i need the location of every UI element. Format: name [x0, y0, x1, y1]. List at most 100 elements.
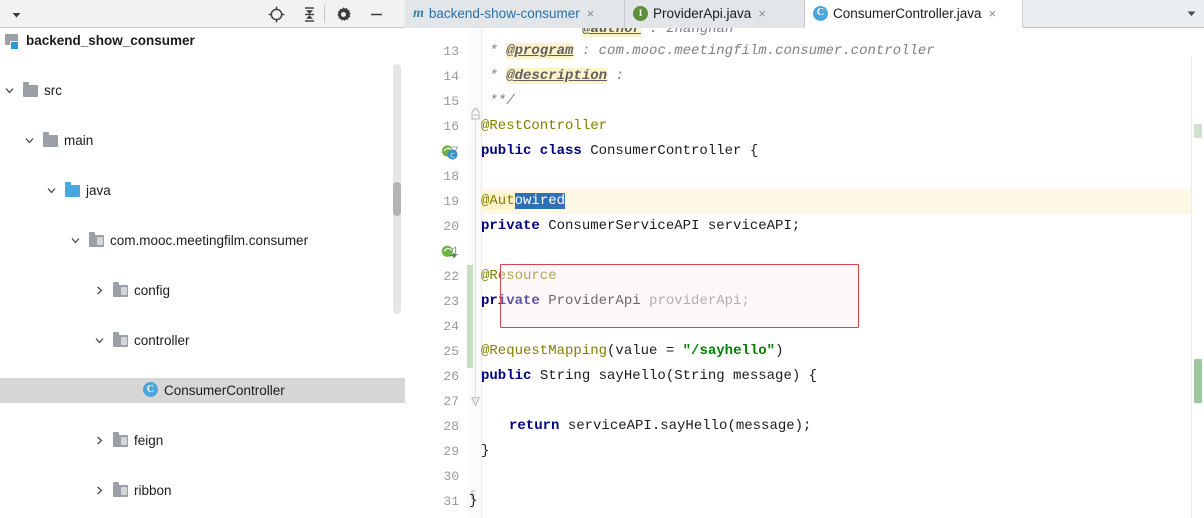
line-number: 27: [443, 394, 459, 409]
code-line-29: }: [481, 443, 490, 459]
line-number: 31: [443, 494, 459, 509]
java-interface-icon: I: [633, 5, 648, 21]
maven-icon: m: [413, 6, 424, 22]
close-icon[interactable]: ×: [587, 0, 595, 28]
idea-window: backend_show_consumer src main java com.…: [0, 0, 1204, 518]
line-number: 18: [443, 169, 459, 184]
tab-label: ConsumerController.java: [833, 6, 982, 22]
spring-autowired-gutter-icon[interactable]: [441, 244, 458, 261]
folder-icon: [23, 82, 39, 99]
project-tree[interactable]: backend_show_consumer src main java com.…: [0, 28, 405, 518]
project-panel-scrollbar-thumb[interactable]: [393, 182, 401, 216]
line-number: 23: [443, 294, 459, 309]
tab-label: backend-show-consumer: [428, 6, 580, 22]
tree-item-label: com.mooc.meetingfilm.consumer: [110, 233, 309, 248]
vcs-change-marker[interactable]: [467, 265, 473, 368]
tree-item-ribbon[interactable]: ribbon: [0, 478, 405, 503]
tree-item-label: controller: [134, 333, 190, 348]
project-panel-scrollbar[interactable]: [393, 64, 401, 314]
line-number: 28: [443, 419, 459, 434]
tree-item-label: ConsumerController: [164, 383, 285, 398]
tree-item-label: ribbon: [134, 483, 172, 498]
chevron-right-icon[interactable]: [92, 278, 106, 303]
project-tool-window: backend_show_consumer src main java com.…: [0, 0, 405, 518]
svg-text:C: C: [450, 151, 455, 159]
marker-change-top[interactable]: [1194, 124, 1202, 138]
close-icon[interactable]: ×: [989, 0, 997, 28]
editor-tab-bar: m backend-show-consumer × I ProviderApi.jav…: [405, 0, 1204, 28]
line-number: 16: [443, 119, 459, 134]
code-line-26: public String sayHello(String message) {: [481, 368, 818, 384]
tree-item-src[interactable]: src: [0, 78, 405, 103]
code-line-17: public class ConsumerController {: [481, 143, 759, 159]
project-panel-toolbar: [0, 0, 405, 28]
tab-consumer-controller[interactable]: C ConsumerController.java ×: [805, 0, 1023, 28]
package-icon: [113, 332, 129, 349]
collapse-all-icon[interactable]: [299, 4, 319, 24]
line-number: 14: [443, 69, 459, 84]
line-number: 24: [443, 319, 459, 334]
line-number: 30: [443, 469, 459, 484]
java-class-icon: C: [143, 382, 159, 398]
code-line-15: **/: [481, 93, 515, 109]
tree-item-label: backend_show_consumer: [26, 33, 195, 48]
tree-item-label: src: [44, 83, 62, 98]
line-number: 20: [443, 219, 459, 234]
line-number: 19: [443, 194, 459, 209]
chevron-down-icon[interactable]: [22, 128, 36, 153]
chevron-down-icon[interactable]: [44, 178, 58, 203]
package-icon: [89, 232, 105, 249]
tree-item-label: main: [64, 133, 94, 148]
chevron-down-icon[interactable]: [2, 78, 16, 103]
tab-provider-api[interactable]: I ProviderApi.java ×: [625, 0, 805, 28]
folder-icon: [43, 132, 59, 149]
code-line-28: return serviceAPI.sayHello(message);: [509, 418, 812, 434]
tree-item-feign[interactable]: feign: [0, 428, 405, 453]
tree-item-label: java: [86, 183, 111, 198]
tree-item-controller[interactable]: controller: [0, 328, 405, 353]
indent-guide: [475, 121, 476, 401]
tree-item-config[interactable]: config: [0, 278, 405, 303]
code-line-19: @Autowired: [481, 193, 566, 209]
red-highlight-box: [500, 264, 859, 328]
code-line-14: * @description :: [481, 68, 624, 84]
java-class-icon: C: [813, 5, 828, 21]
tree-item-package-root[interactable]: com.mooc.meetingfilm.consumer: [0, 228, 405, 253]
tree-item-java[interactable]: java: [0, 178, 405, 203]
toolbar-separator: [324, 5, 325, 23]
line-number: 25: [443, 344, 459, 359]
tree-item-label: config: [134, 283, 171, 298]
line-number: 22: [443, 269, 459, 284]
editor-gutter[interactable]: 13 14 15 16 17 18 19 20 21 22 23 24 25 2…: [405, 28, 496, 518]
chevron-right-icon[interactable]: [92, 478, 106, 503]
spring-bean-gutter-icon[interactable]: C: [441, 144, 458, 161]
chevron-down-icon[interactable]: [68, 228, 82, 253]
javadoc-tag: @program: [506, 43, 574, 59]
close-icon[interactable]: ×: [758, 0, 766, 28]
text-selection: owired: [514, 193, 566, 209]
tab-label: ProviderApi.java: [653, 6, 752, 22]
tree-item-backend-show-consumer[interactable]: backend_show_consumer: [0, 28, 405, 53]
scroll-from-source-icon[interactable]: [266, 4, 286, 24]
code-line-16: @RestController: [481, 118, 608, 134]
tree-item-main[interactable]: main: [0, 128, 405, 153]
package-icon: [113, 482, 129, 499]
chevron-right-icon[interactable]: [92, 428, 106, 453]
package-icon: [113, 432, 129, 449]
project-view-dropdown-icon[interactable]: [6, 4, 26, 24]
tab-list-dropdown-icon[interactable]: [1184, 6, 1198, 20]
hide-panel-icon[interactable]: [366, 4, 386, 24]
marker-change-block[interactable]: [1194, 359, 1202, 403]
code-editor[interactable]: 13 14 15 16 17 18 19 20 21 22 23 24 25 2…: [405, 28, 1204, 518]
line-number: 29: [443, 444, 459, 459]
tab-backend-show-consumer[interactable]: m backend-show-consumer ×: [405, 0, 625, 28]
settings-gear-icon[interactable]: [333, 4, 353, 24]
chevron-down-icon[interactable]: [92, 328, 106, 353]
javadoc-tag: @description: [506, 68, 608, 84]
editor-marker-gutter[interactable]: [1191, 56, 1204, 518]
tree-item-consumer-controller[interactable]: C ConsumerController: [0, 378, 405, 403]
